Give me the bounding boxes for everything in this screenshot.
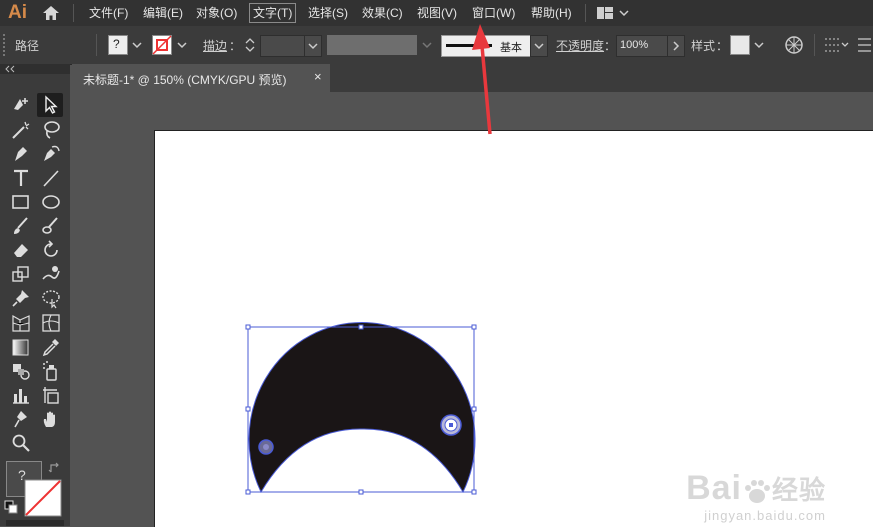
opacity-colon: ： bbox=[604, 39, 617, 53]
line-tool-icon[interactable] bbox=[40, 167, 62, 189]
chevron-down-icon[interactable] bbox=[420, 38, 434, 52]
chevron-down-icon[interactable] bbox=[130, 38, 144, 52]
eraser-icon[interactable] bbox=[10, 239, 32, 261]
menu-effect[interactable]: 效果(C) bbox=[362, 4, 403, 22]
eyedropper-icon[interactable] bbox=[40, 336, 62, 358]
chevron-down-icon bbox=[534, 43, 544, 50]
curvature-tool-icon[interactable] bbox=[40, 143, 62, 165]
watermark-url: jingyan.baidu.com bbox=[704, 508, 826, 523]
panel-grip bbox=[3, 34, 9, 56]
tools-panel-header bbox=[0, 64, 70, 74]
chevron-down-icon[interactable] bbox=[752, 38, 766, 52]
variable-width-profile[interactable] bbox=[327, 35, 417, 55]
align-options-icon[interactable] bbox=[823, 36, 851, 54]
style-colon: ： bbox=[716, 39, 729, 53]
ellipse-tool-icon[interactable] bbox=[40, 191, 62, 213]
menu-divider bbox=[585, 4, 586, 22]
close-tab-icon[interactable]: × bbox=[314, 69, 322, 84]
stroke-weight-dropdown[interactable] bbox=[304, 35, 322, 57]
opacity-input[interactable]: 100% bbox=[616, 35, 668, 57]
color-mode-row bbox=[6, 520, 64, 526]
app-logo: Ai bbox=[8, 2, 27, 23]
rectangle-tool-icon[interactable] bbox=[10, 191, 32, 213]
type-tool-icon[interactable] bbox=[10, 167, 32, 189]
menu-type[interactable]: 文字(T) bbox=[249, 3, 297, 23]
watermark-brand: Bai bbox=[686, 469, 742, 507]
divider bbox=[814, 34, 815, 56]
chevron-down-icon[interactable] bbox=[175, 38, 189, 52]
live-corner-widget[interactable] bbox=[258, 439, 274, 455]
default-colors-icon[interactable] bbox=[4, 500, 18, 514]
scale-icon[interactable] bbox=[10, 263, 32, 285]
control-bar: 路径 ? 描边 ： 基本 不透明度 ： 100% 样式 ： bbox=[0, 26, 873, 65]
shape-builder-icon[interactable] bbox=[40, 287, 62, 309]
document-tab[interactable]: 未标题-1* @ 150% (CMYK/GPU 预览) × bbox=[72, 64, 330, 92]
stroke-label[interactable]: 描边 bbox=[203, 37, 227, 54]
recolor-artwork-icon[interactable] bbox=[784, 35, 804, 55]
watermark-brand-suffix: 经验 bbox=[771, 475, 826, 505]
swap-fill-stroke-icon[interactable] bbox=[48, 461, 62, 475]
menu-divider bbox=[73, 4, 74, 22]
menu-select[interactable]: 选择(S) bbox=[308, 4, 348, 22]
selection-type-label: 路径 bbox=[15, 39, 40, 53]
workspace-layout-icon[interactable] bbox=[596, 5, 630, 21]
menu-bar: Ai 文件(F) 编辑(E) 对象(O) 文字(T) 选择(S) 效果(C) 视… bbox=[0, 0, 873, 26]
opacity-flyout[interactable] bbox=[667, 35, 685, 57]
add-anchor-point-icon[interactable] bbox=[10, 94, 32, 116]
stroke-swatch-icon[interactable] bbox=[152, 35, 172, 55]
crescent-shape[interactable] bbox=[248, 322, 476, 494]
collapse-panel-icon[interactable] bbox=[4, 65, 16, 73]
home-icon[interactable] bbox=[40, 3, 62, 23]
fill-swatch[interactable]: ? bbox=[108, 35, 128, 55]
style-label: 样式 bbox=[691, 39, 716, 53]
menu-help[interactable]: 帮助(H) bbox=[531, 4, 572, 22]
blend-icon[interactable] bbox=[10, 360, 32, 382]
menu-object[interactable]: 对象(O) bbox=[196, 4, 237, 22]
artwork-layer bbox=[245, 322, 477, 495]
tools-panel: ? bbox=[0, 64, 70, 526]
graphic-style-swatch[interactable] bbox=[730, 35, 750, 55]
pen-tool-icon[interactable] bbox=[10, 143, 32, 165]
paintbrush-icon[interactable] bbox=[10, 215, 32, 237]
stroke-weight-stepper-icon[interactable] bbox=[244, 36, 256, 54]
mesh-icon[interactable] bbox=[40, 312, 62, 334]
divider bbox=[96, 34, 97, 56]
fill-unknown-value: ? bbox=[113, 37, 120, 51]
brush-label: 基本 bbox=[500, 42, 522, 54]
blob-brush-icon[interactable] bbox=[40, 215, 62, 237]
hand-icon[interactable] bbox=[40, 408, 62, 430]
stroke-colon: ： bbox=[229, 39, 242, 53]
canvas-area[interactable]: Bai 经验 jingyan.baidu.com bbox=[72, 92, 873, 527]
rotate-icon[interactable] bbox=[40, 239, 62, 261]
paw-icon bbox=[742, 476, 772, 504]
stroke-weight-input[interactable] bbox=[260, 35, 306, 57]
slice-icon[interactable] bbox=[10, 408, 32, 430]
pin-icon[interactable] bbox=[10, 287, 32, 309]
menu-view[interactable]: 视图(V) bbox=[417, 4, 457, 22]
annotation-arrow-icon bbox=[472, 24, 492, 135]
brush-dropdown[interactable] bbox=[530, 35, 548, 57]
gradient-icon[interactable] bbox=[10, 336, 32, 358]
artboard-tool-icon[interactable] bbox=[40, 384, 62, 406]
stroke-color-box[interactable] bbox=[24, 479, 62, 517]
chevron-right-icon bbox=[673, 41, 680, 51]
lasso-icon[interactable] bbox=[40, 119, 62, 141]
chevron-down-icon bbox=[308, 43, 318, 50]
opacity-value: 100% bbox=[620, 39, 649, 51]
zoom-icon[interactable] bbox=[10, 432, 32, 454]
column-graph-icon[interactable] bbox=[10, 384, 32, 406]
perspective-grid-icon[interactable] bbox=[10, 312, 32, 334]
opacity-label[interactable]: 不透明度 bbox=[556, 37, 604, 54]
direct-selection-tool-icon[interactable] bbox=[40, 94, 62, 116]
symbol-sprayer-icon[interactable] bbox=[40, 360, 62, 382]
baidu-watermark: Bai 经验 jingyan.baidu.com bbox=[686, 469, 826, 523]
magic-wand-icon[interactable] bbox=[10, 119, 32, 141]
menu-file[interactable]: 文件(F) bbox=[89, 4, 128, 22]
more-options-icon[interactable] bbox=[856, 36, 873, 54]
warp-icon[interactable] bbox=[40, 263, 62, 285]
menu-edit[interactable]: 编辑(E) bbox=[143, 4, 183, 22]
artboard[interactable]: Bai 经验 jingyan.baidu.com bbox=[154, 130, 873, 527]
document-tab-title: 未标题-1* @ 150% (CMYK/GPU 预览) bbox=[83, 73, 287, 87]
live-corner-widget[interactable] bbox=[440, 414, 462, 436]
